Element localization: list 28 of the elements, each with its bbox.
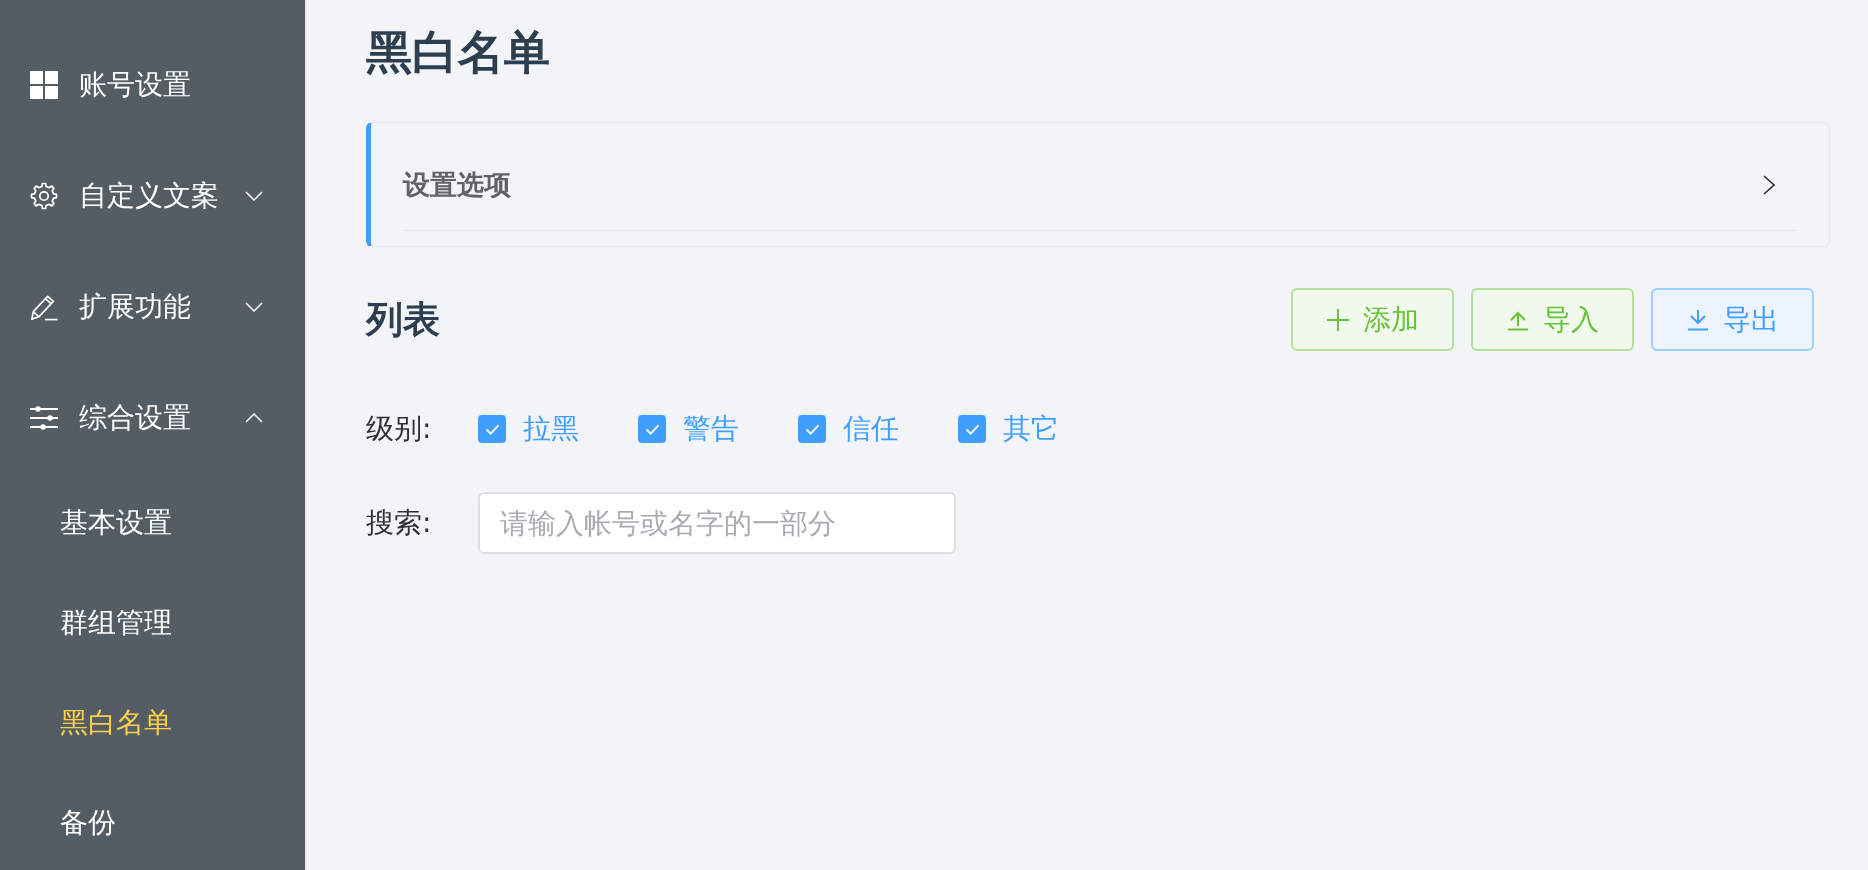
checkbox[interactable] [478,415,506,443]
checkbox[interactable] [958,415,986,443]
pencil-icon [30,292,58,321]
menu-item[interactable]: 自定义文案 [30,167,263,224]
gear-icon [30,181,58,210]
section-title: 列表 [366,296,440,343]
checkbox[interactable] [638,415,666,443]
submenu-item[interactable]: 黑白名单 [60,699,172,747]
collapse-header[interactable]: 设置选项 [403,123,1797,231]
search-field[interactable]: 请输入帐号或名字的一部分 [478,492,956,554]
plus-icon [1326,308,1349,331]
sliders-icon [30,403,58,432]
check-icon [804,423,820,435]
menu-item[interactable]: 扩展功能 [30,278,263,335]
checkbox[interactable] [798,415,826,443]
download-icon [1686,308,1709,331]
submenu-item[interactable]: 备份 [60,799,116,847]
menu-item[interactable]: 账号设置 [30,56,191,113]
menu-item[interactable]: 综合设置 [30,389,263,446]
grid-icon [30,70,58,99]
page-title: 黑白名单 [366,24,551,80]
field-label: 搜索: [366,505,433,541]
check-icon [964,423,980,435]
submenu-item[interactable]: 群组管理 [60,599,172,647]
submenu-item[interactable]: 基本设置 [60,499,172,547]
check-icon [644,423,660,435]
field-label: 级别: [366,411,433,447]
check-icon [484,423,500,435]
